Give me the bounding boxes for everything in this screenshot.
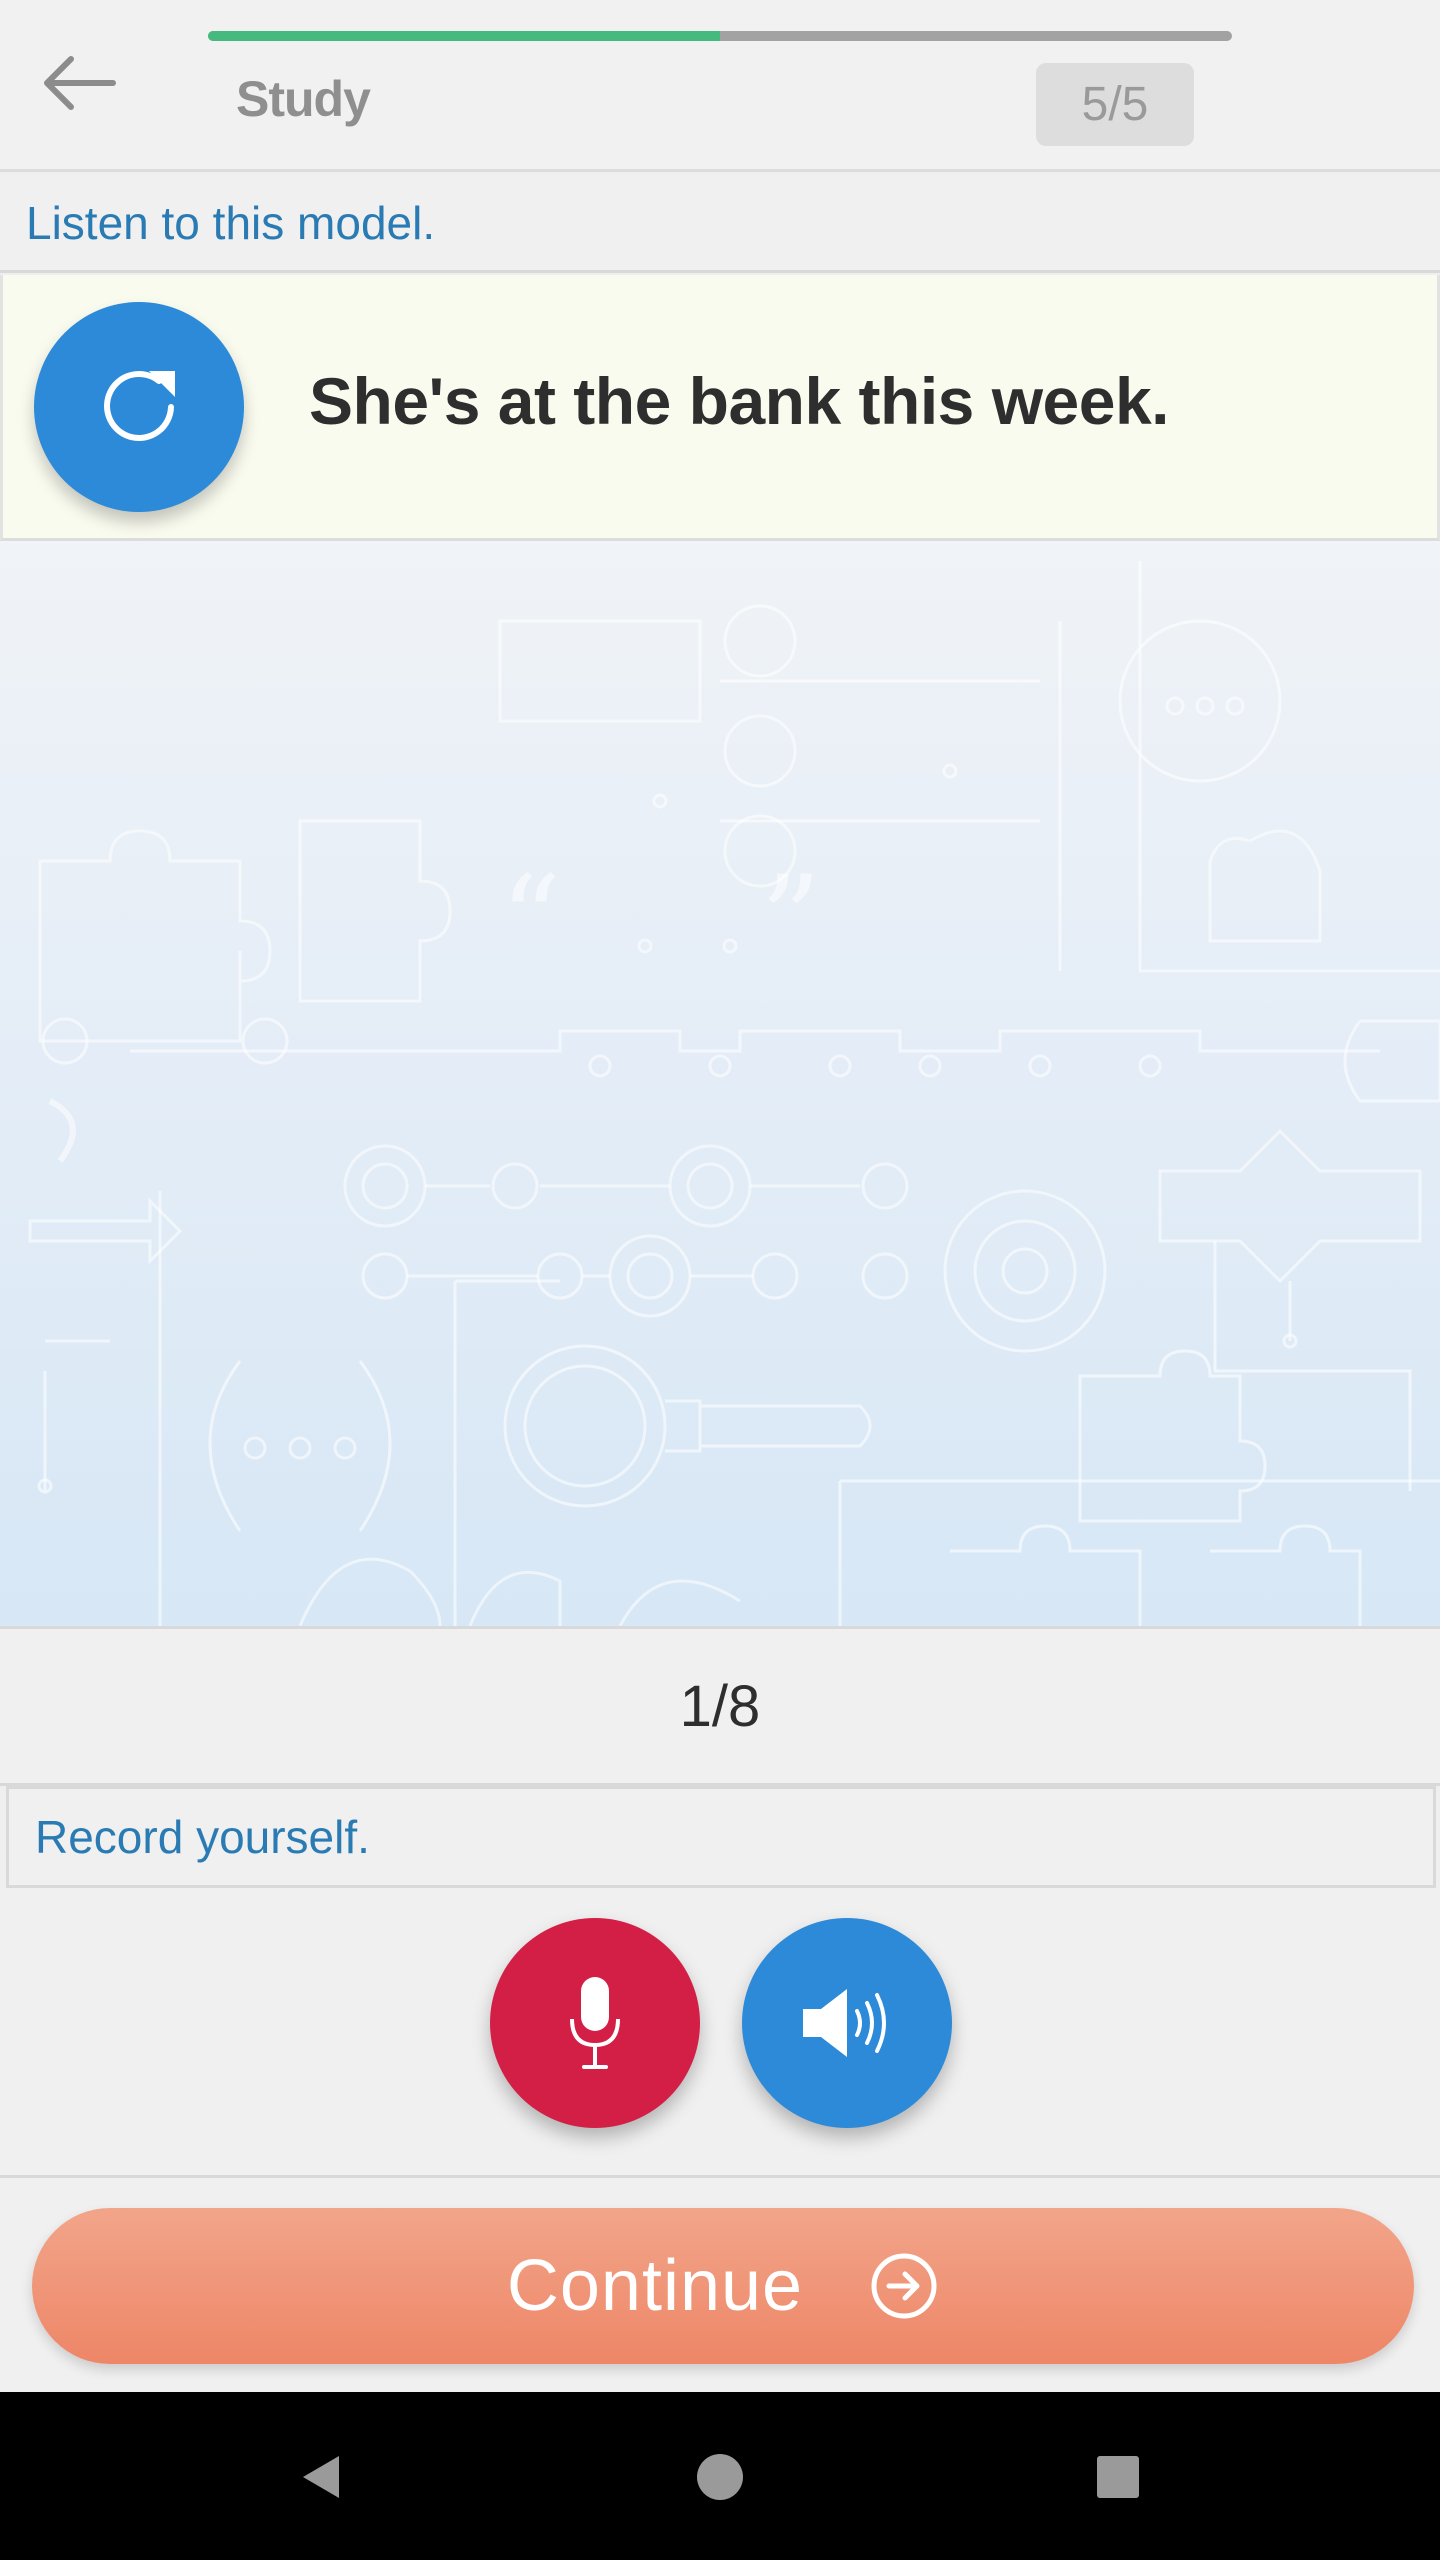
continue-area: Continue bbox=[0, 2178, 1440, 2392]
nav-recents-icon bbox=[1097, 2456, 1139, 2498]
speaker-icon bbox=[803, 1989, 886, 2057]
listen-instruction: Listen to this model. bbox=[0, 175, 1440, 273]
system-navigation-bar bbox=[0, 2392, 1440, 2560]
nav-home-button[interactable] bbox=[675, 2432, 765, 2522]
progress-bar-fill bbox=[208, 31, 720, 41]
arrow-left-icon bbox=[44, 56, 116, 110]
doodle-pattern-illustration: “ ” bbox=[28, 561, 1440, 1626]
svg-text:”: ” bbox=[760, 851, 821, 990]
svg-text:“: “ bbox=[500, 851, 561, 990]
recording-controls bbox=[0, 1888, 1440, 2178]
page-title: Study bbox=[236, 71, 371, 127]
top-header: Study 5/5 bbox=[0, 0, 1440, 172]
replay-icon bbox=[104, 371, 175, 441]
sentence-counter: 1/8 bbox=[0, 1626, 1440, 1786]
progress-bar bbox=[208, 31, 1232, 41]
model-sentence: She's at the bank this week. bbox=[309, 364, 1169, 438]
nav-home-icon bbox=[697, 2454, 743, 2500]
replay-button[interactable] bbox=[34, 302, 244, 512]
continue-button[interactable]: Continue bbox=[32, 2208, 1414, 2364]
nav-recents-button[interactable] bbox=[1073, 2432, 1163, 2522]
model-sentence-card: She's at the bank this week. bbox=[0, 275, 1440, 541]
record-instruction: Record yourself. bbox=[6, 1786, 1436, 1888]
nav-back-icon bbox=[303, 2456, 339, 2498]
record-button[interactable] bbox=[490, 1918, 700, 2128]
nav-back-button[interactable] bbox=[277, 2432, 367, 2522]
continue-label: Continue bbox=[506, 2246, 804, 2326]
microphone-icon bbox=[570, 1977, 620, 2069]
play-recording-button[interactable] bbox=[742, 1918, 952, 2128]
decorative-background: “ ” bbox=[0, 541, 1440, 1626]
back-button[interactable] bbox=[38, 44, 120, 122]
arrow-right-circle-icon bbox=[869, 2251, 939, 2321]
lesson-counter-badge: 5/5 bbox=[1036, 63, 1194, 146]
